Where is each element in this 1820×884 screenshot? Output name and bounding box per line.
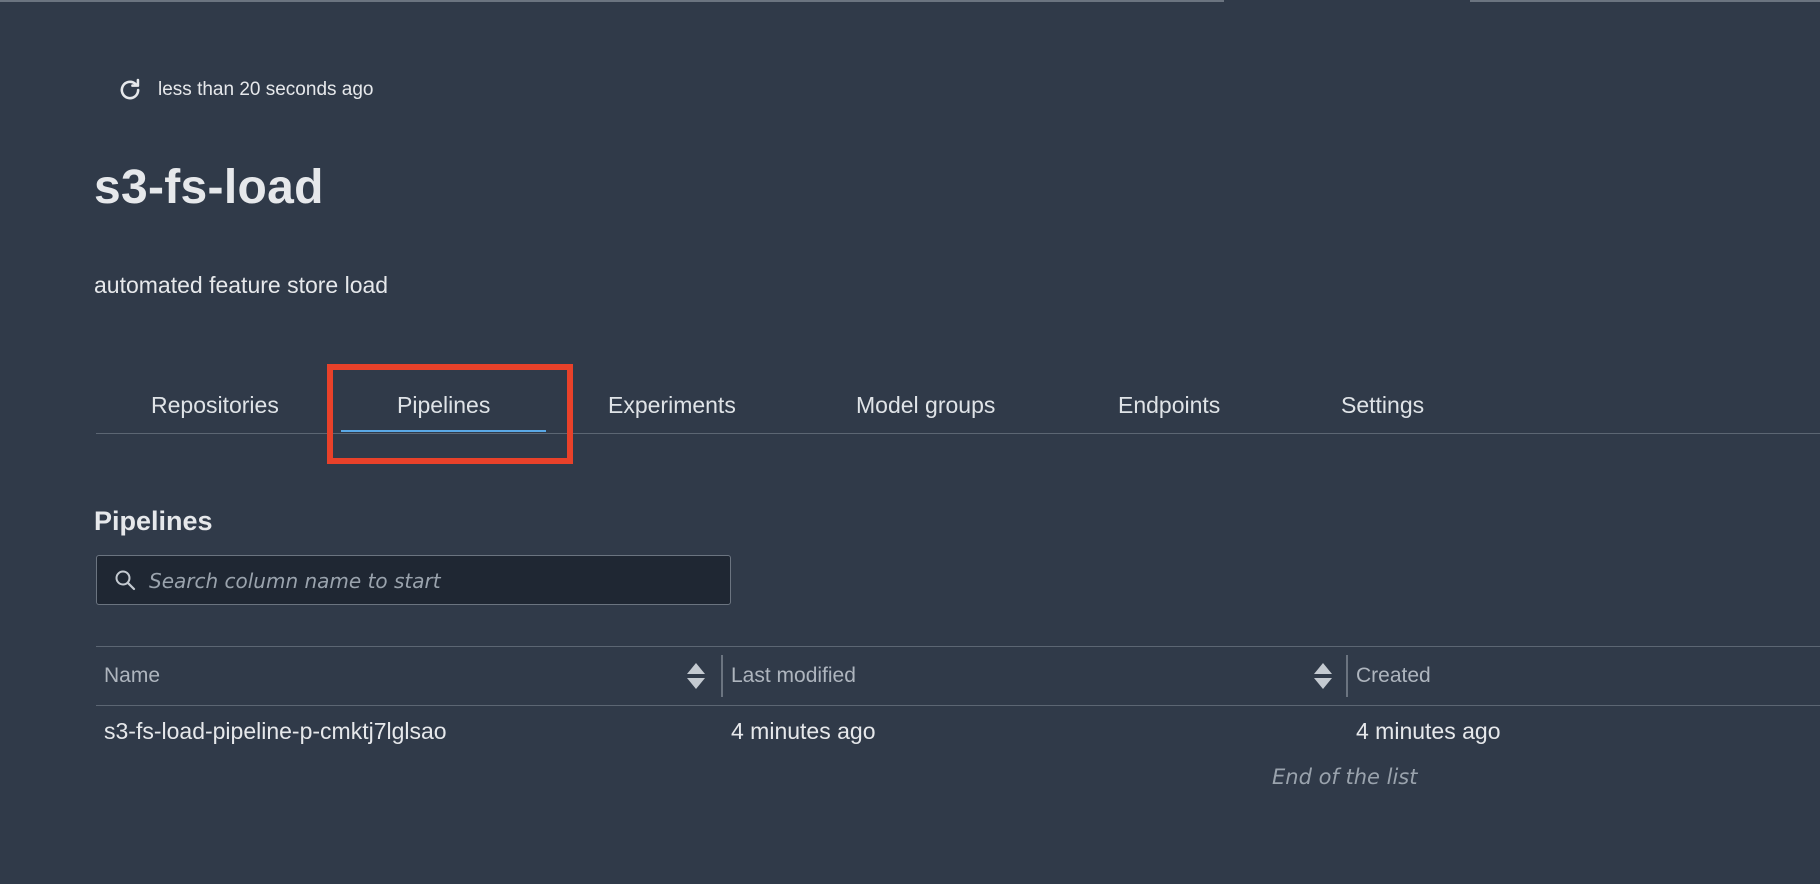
top-strip-segment [0, 0, 1224, 2]
page-title: s3-fs-load [94, 161, 324, 214]
search-box [96, 555, 731, 605]
section-title: Pipelines [94, 506, 213, 536]
column-label: Last modified [731, 664, 856, 687]
created-cell: 4 minutes ago [1356, 718, 1501, 744]
search-icon [113, 568, 137, 592]
end-of-list-text: End of the list [1272, 765, 1418, 789]
top-strip-segment [1470, 0, 1820, 2]
refresh-timestamp: less than 20 seconds ago [158, 79, 374, 100]
top-strip [0, 0, 1820, 3]
pipelines-table: Name Last modified Created s3-fs-load-pi… [96, 646, 1820, 756]
sort-icon[interactable] [1312, 661, 1334, 691]
column-label: Name [104, 664, 161, 687]
table-header: Name Last modified Created [96, 646, 1820, 706]
sort-icon[interactable] [685, 661, 707, 691]
tab-settings[interactable]: Settings [1341, 392, 1424, 419]
refresh-button[interactable]: less than 20 seconds ago [116, 76, 374, 104]
pipeline-name-link[interactable]: s3-fs-load-pipeline-p-cmktj7lglsao [96, 718, 447, 745]
column-header-name[interactable]: Name [96, 647, 721, 705]
tab-endpoints[interactable]: Endpoints [1118, 392, 1220, 419]
page-description: automated feature store load [94, 272, 389, 298]
search-input[interactable] [147, 556, 721, 605]
column-header-last-modified[interactable]: Last modified [723, 647, 1348, 705]
tab-repositories[interactable]: Repositories [151, 392, 279, 419]
column-label: Created [1356, 664, 1431, 687]
table-row[interactable]: s3-fs-load-pipeline-p-cmktj7lglsao 4 min… [96, 706, 1820, 756]
tab-model-groups[interactable]: Model groups [856, 392, 995, 419]
tab-highlight-box [327, 364, 573, 464]
last-modified-cell: 4 minutes ago [731, 718, 876, 744]
column-header-created[interactable]: Created [1348, 647, 1818, 705]
refresh-icon[interactable] [116, 76, 144, 104]
tab-experiments[interactable]: Experiments [608, 392, 736, 419]
